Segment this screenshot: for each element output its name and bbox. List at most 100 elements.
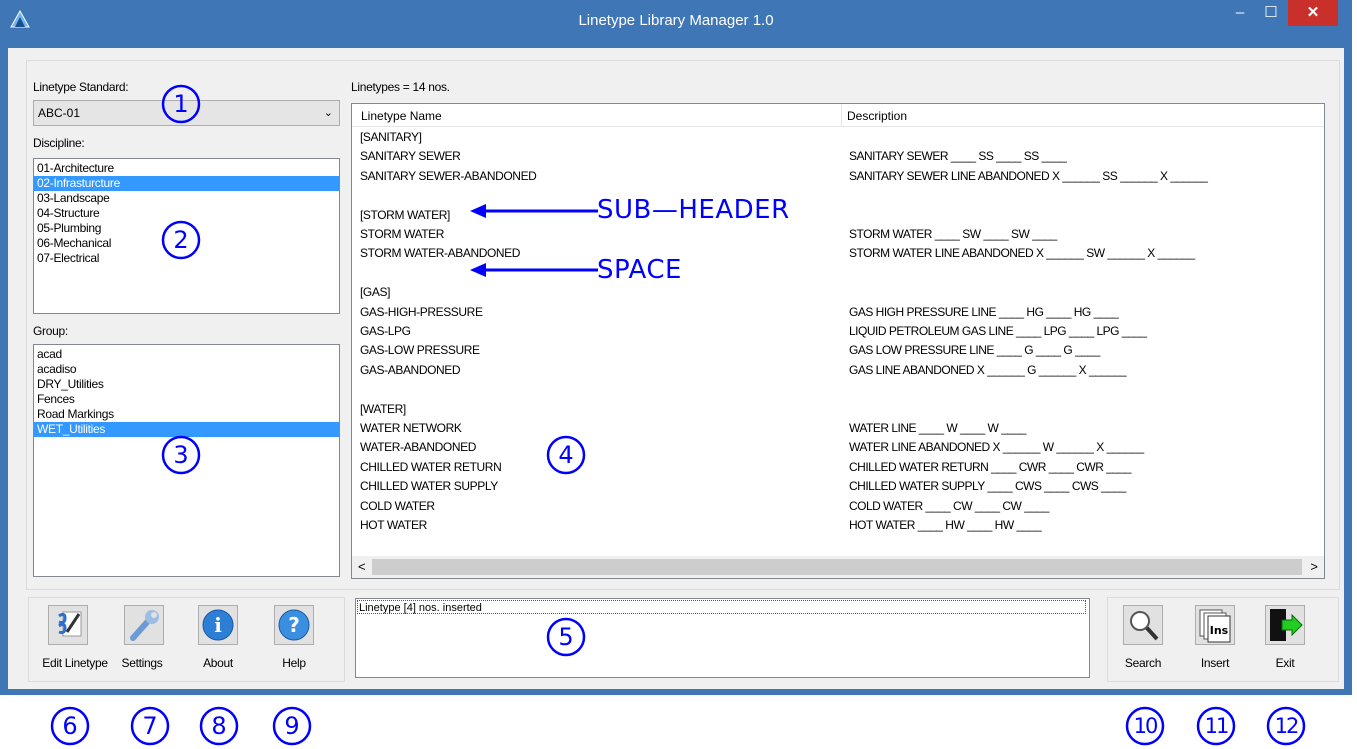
linetype-description-cell: GAS LINE ABANDONED X ______ G ______ X _… <box>849 362 1127 377</box>
linetype-row[interactable]: GAS-LOW PRESSURE GAS LOW PRESSURE LINE __… <box>352 341 1324 360</box>
linetype-name-cell: GAS-LPG <box>360 324 411 338</box>
callout-number: 8 <box>211 712 227 740</box>
column-header-name[interactable]: Linetype Name <box>361 109 442 123</box>
callout-marker: 5 <box>546 617 586 657</box>
insert-icon: Ins <box>1199 609 1231 643</box>
status-message: Linetype [4] nos. inserted <box>357 600 1086 614</box>
linetype-row[interactable]: [WATER] <box>352 400 1324 419</box>
linetype-row[interactable]: WATER-ABANDONED WATER LINE ABANDONED X __… <box>352 438 1324 457</box>
linetype-name-cell: [GAS] <box>360 285 391 300</box>
linetype-description-cell: WATER LINE ABANDONED X ______ W ______ X… <box>849 440 1144 455</box>
callout-number: 2 <box>173 226 189 254</box>
group-label: Group: <box>33 324 68 338</box>
callout-marker: 8 <box>199 706 239 746</box>
column-divider[interactable] <box>841 104 842 126</box>
linetype-row[interactable]: WATER NETWORK WATER LINE ____ W ____ W __… <box>352 419 1324 438</box>
linetype-name-cell: SANITARY SEWER <box>360 149 461 164</box>
linetype-name-cell: [WATER] <box>360 401 406 416</box>
group-item[interactable]: DRY_Utilities <box>34 377 339 392</box>
linetype-count: Linetypes = 14 nos. <box>351 80 450 94</box>
space-arrow <box>470 263 598 277</box>
callout-marker: 12 <box>1266 706 1306 746</box>
scroll-left-icon[interactable]: < <box>358 559 366 574</box>
linetype-description-cell: SANITARY SEWER ____ SS ____ SS ____ <box>849 149 1067 164</box>
linetype-row[interactable]: CHILLED WATER SUPPLY CHILLED WATER SUPPLY… <box>352 477 1324 496</box>
chevron-down-icon[interactable]: ⌄ <box>324 106 333 119</box>
edit-linetype-icon <box>58 611 82 637</box>
horizontal-scrollbar[interactable]: < > <box>352 556 1324 578</box>
exit-label: Exit <box>1275 656 1295 670</box>
callout-number: 12 <box>1274 714 1300 738</box>
linetype-row[interactable]: HOT WATER HOT WATER ____ HW ____ HW ____ <box>352 516 1324 535</box>
callout-marker: 10 <box>1125 706 1165 746</box>
minimize-button[interactable]: – <box>1224 0 1256 26</box>
group-item[interactable]: Road Markings <box>34 407 339 422</box>
linetype-row[interactable] <box>352 380 1324 399</box>
linetype-description-cell: STORM WATER LINE ABANDONED X ______ SW _… <box>849 246 1195 261</box>
linetype-row[interactable]: [GAS] <box>352 283 1324 302</box>
sub-header-arrow <box>470 204 598 218</box>
scrollbar-thumb[interactable] <box>372 559 1302 575</box>
space-annotation: SPACE <box>597 255 682 285</box>
linetype-description-cell: LIQUID PETROLEUM GAS LINE ____ LPG ____ … <box>849 324 1147 338</box>
linetype-name-cell: [SANITARY] <box>360 130 422 144</box>
sub-header-annotation: SUB—HEADER <box>597 195 790 225</box>
maximize-button[interactable]: ☐ <box>1256 0 1286 26</box>
linetype-row[interactable]: GAS-ABANDONED GAS LINE ABANDONED X ______… <box>352 361 1324 380</box>
search-icon <box>1130 611 1159 641</box>
discipline-item[interactable]: 03-Landscape <box>34 191 339 206</box>
group-item[interactable]: acad <box>34 347 339 362</box>
edit-linetype-button[interactable] <box>48 605 88 645</box>
callout-number: 4 <box>558 441 574 469</box>
title-bar[interactable]: Linetype Library Manager 1.0 – ☐ ✕ <box>0 0 1352 48</box>
discipline-item[interactable]: 02-Infrasturcture <box>34 176 339 191</box>
insert-button[interactable]: Ins <box>1195 605 1235 645</box>
linetype-row[interactable]: [SANITARY] <box>352 128 1324 147</box>
callout-marker: 7 <box>130 706 170 746</box>
linetype-name-cell: COLD WATER <box>360 498 435 513</box>
scroll-right-icon[interactable]: > <box>1310 559 1318 574</box>
linetype-row[interactable]: SANITARY SEWER SANITARY SEWER ____ SS ___… <box>352 147 1324 166</box>
linetype-name-cell: STORM WATER <box>360 227 445 241</box>
callout-marker: 2 <box>161 220 201 260</box>
callout-number: 9 <box>284 712 300 740</box>
linetype-description-cell: CHILLED WATER RETURN ____ CWR ____ CWR _… <box>849 459 1131 474</box>
discipline-label: Discipline: <box>33 136 85 150</box>
linetype-row[interactable]: GAS-HIGH-PRESSURE GAS HIGH PRESSURE LINE … <box>352 303 1324 322</box>
linetype-name-cell: WATER-ABANDONED <box>360 440 477 455</box>
exit-button[interactable] <box>1265 605 1305 645</box>
svg-text:?: ? <box>288 613 300 637</box>
callout-number: 11 <box>1204 714 1230 738</box>
close-button[interactable]: ✕ <box>1288 0 1338 26</box>
discipline-item[interactable]: 01-Architecture <box>34 161 339 176</box>
callout-number: 3 <box>173 441 189 469</box>
callout-marker: 3 <box>161 435 201 475</box>
linetype-listview[interactable]: Linetype Name Description [SANITARY] SANI… <box>351 103 1325 579</box>
column-header-description[interactable]: Description <box>847 109 907 123</box>
linetype-row[interactable]: COLD WATER COLD WATER ____ CW ____ CW ___… <box>352 497 1324 516</box>
linetype-row[interactable]: CHILLED WATER RETURN CHILLED WATER RETURN… <box>352 458 1324 477</box>
linetype-name-cell: SANITARY SEWER-ABANDONED <box>360 168 537 183</box>
group-item[interactable]: Fences <box>34 392 339 407</box>
callout-number: 5 <box>558 623 574 651</box>
group-item[interactable]: acadiso <box>34 362 339 377</box>
wrench-icon <box>130 610 159 641</box>
status-log[interactable]: Linetype [4] nos. inserted <box>355 598 1090 678</box>
discipline-item[interactable]: 04-Structure <box>34 206 339 221</box>
linetype-row[interactable]: GAS-LPG LIQUID PETROLEUM GAS LINE ____ LP… <box>352 322 1324 341</box>
about-button[interactable]: i <box>198 605 238 645</box>
standard-value: ABC-01 <box>38 106 81 120</box>
standard-label: Linetype Standard: <box>33 80 129 94</box>
callout-marker: 1 <box>161 84 201 124</box>
linetype-description-cell: SANITARY SEWER LINE ABANDONED X ______ S… <box>849 168 1208 183</box>
linetype-description-cell: GAS LOW PRESSURE LINE ____ G ____ G ____ <box>849 343 1100 358</box>
search-button[interactable] <box>1123 605 1163 645</box>
linetype-name-cell: CHILLED WATER SUPPLY <box>360 479 498 494</box>
settings-button[interactable] <box>124 605 164 645</box>
callout-marker: 11 <box>1196 706 1236 746</box>
linetype-name-cell: GAS-LOW PRESSURE <box>360 343 480 358</box>
help-button[interactable]: ? <box>274 605 314 645</box>
linetype-row[interactable]: STORM WATER STORM WATER ____ SW ____ SW _… <box>352 225 1324 244</box>
callout-marker: 6 <box>50 706 90 746</box>
linetype-row[interactable]: SANITARY SEWER-ABANDONED SANITARY SEWER L… <box>352 167 1324 186</box>
